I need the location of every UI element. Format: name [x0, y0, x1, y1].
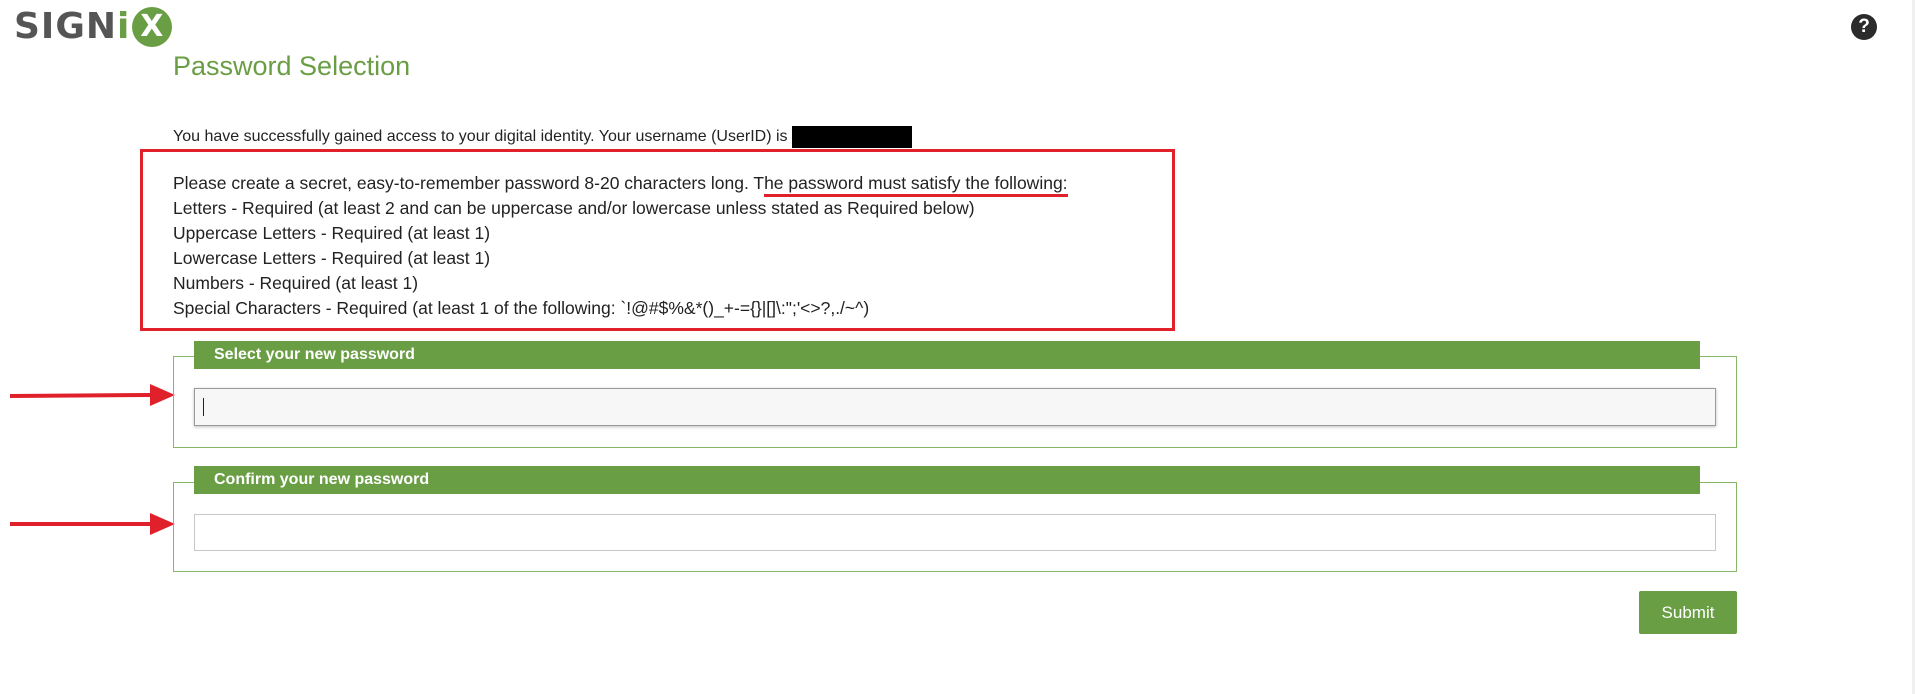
red-arrow-icon	[10, 384, 175, 406]
signix-logo: SIGN i X	[14, 6, 173, 47]
rule-numbers: Numbers - Required (at least 1)	[173, 273, 419, 293]
rule-letters: Letters - Required (at least 2 and can b…	[173, 198, 975, 218]
logo-text-sign: SIGN	[14, 6, 117, 47]
logo-x-icon: X	[132, 6, 173, 47]
text-caret	[203, 398, 204, 416]
page-title: Password Selection	[173, 51, 411, 81]
submit-button[interactable]: Submit	[1639, 591, 1737, 634]
confirm-password-label: Confirm your new password	[194, 466, 1700, 494]
redacted-username	[791, 126, 912, 148]
rules-lead-underlined: he password must satisfy the following:	[764, 173, 1068, 197]
confirm-password-input[interactable]	[194, 514, 1716, 551]
intro-text: You have successfully gained access to y…	[173, 126, 912, 148]
help-icon[interactable]: ?	[1851, 14, 1877, 40]
intro-message: You have successfully gained access to y…	[173, 128, 788, 145]
new-password-input[interactable]	[194, 388, 1716, 426]
new-password-label: Select your new password	[194, 341, 1700, 369]
red-arrow-icon	[10, 513, 175, 535]
password-rules: Please create a secret, easy-to-remember…	[173, 171, 1068, 321]
rule-special-characters: Special Characters - Required (at least …	[173, 298, 870, 318]
rule-uppercase: Uppercase Letters - Required (at least 1…	[173, 223, 491, 243]
rule-lowercase: Lowercase Letters - Required (at least 1…	[173, 248, 491, 268]
password-selection-page: SIGN i X ? Password Selection You have suc…	[0, 0, 1915, 694]
rules-lead-prefix: Please create a secret, easy-to-remember…	[173, 173, 765, 193]
logo-text-i: i	[117, 6, 131, 47]
rules-lead: Please create a secret, easy-to-remember…	[173, 171, 1068, 197]
